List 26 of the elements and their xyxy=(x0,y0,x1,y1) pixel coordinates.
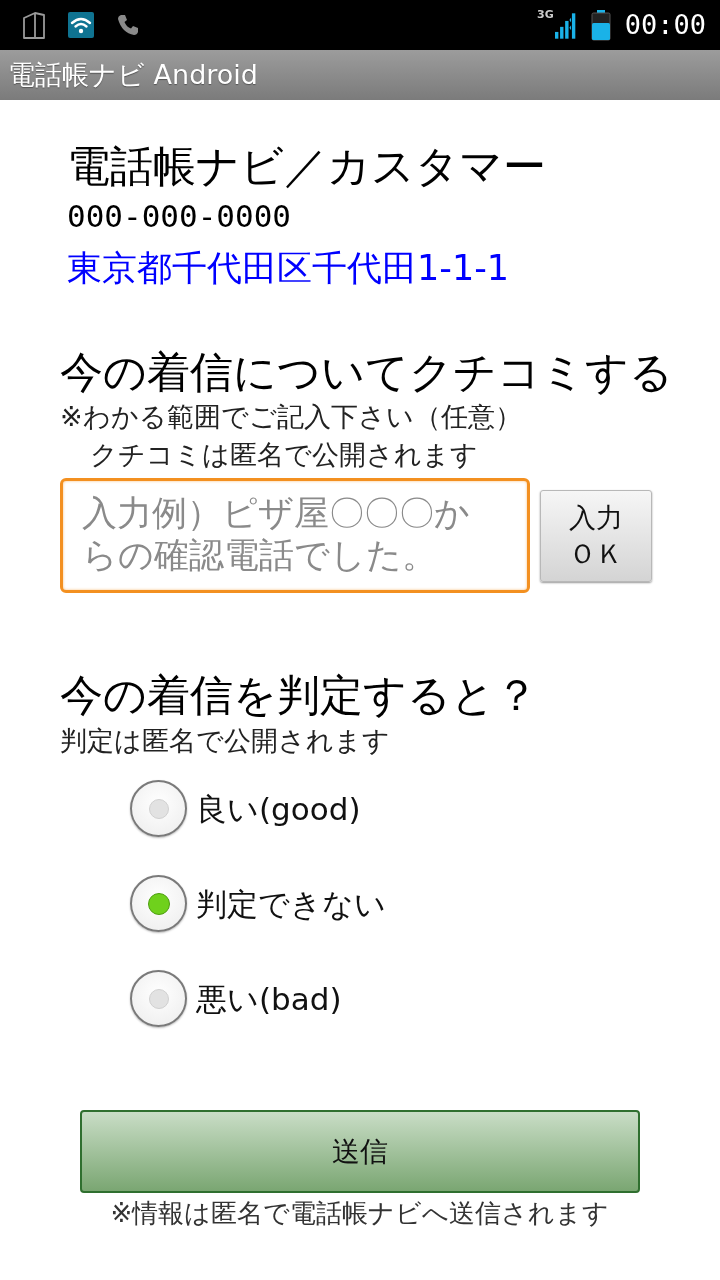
contact-name: 電話帳ナビ／カスタマー xyxy=(67,142,546,190)
notice-text: クチコミは匿名で公開されます xyxy=(89,438,478,472)
signal-icon xyxy=(554,12,577,40)
section-heading: 今の着信についてクチコミする xyxy=(60,346,673,398)
phone-number: 000-000-0000 xyxy=(67,197,291,236)
section-heading: 今の着信を判定すると？ xyxy=(60,669,538,721)
app-title: 電話帳ナビ Android xyxy=(8,58,258,92)
radio-label[interactable]: 良い(good) xyxy=(196,788,361,829)
wifi-icon xyxy=(68,12,94,38)
footer-note: ※情報は匿名で電話帳ナビへ送信されます xyxy=(110,1197,610,1230)
ok-button[interactable]: 入力ＯＫ xyxy=(540,489,652,582)
hint-text: ※わかる範囲でご記入下さい（任意） xyxy=(60,400,522,434)
radio-label[interactable]: 悪い(bad) xyxy=(196,978,342,1019)
rating-note: 判定は匿名で公開されます xyxy=(60,724,390,758)
battery-icon xyxy=(590,9,611,41)
clock-time: 00:00 xyxy=(624,8,706,42)
radio-label[interactable]: 判定できない xyxy=(196,883,386,924)
radio-button[interactable] xyxy=(130,970,187,1027)
send-button[interactable]: 送信 xyxy=(79,1110,640,1193)
device-icon xyxy=(22,11,46,39)
review-input[interactable]: 入力例）ピザ屋〇〇〇からの確認電話でした。 xyxy=(60,478,530,593)
radio-button[interactable] xyxy=(130,875,187,932)
network-type-label: 3G xyxy=(537,9,554,21)
phone-icon xyxy=(116,13,140,37)
radio-button[interactable] xyxy=(130,780,187,837)
address-link[interactable]: 東京都千代田区千代田1-1-1 xyxy=(67,242,510,294)
